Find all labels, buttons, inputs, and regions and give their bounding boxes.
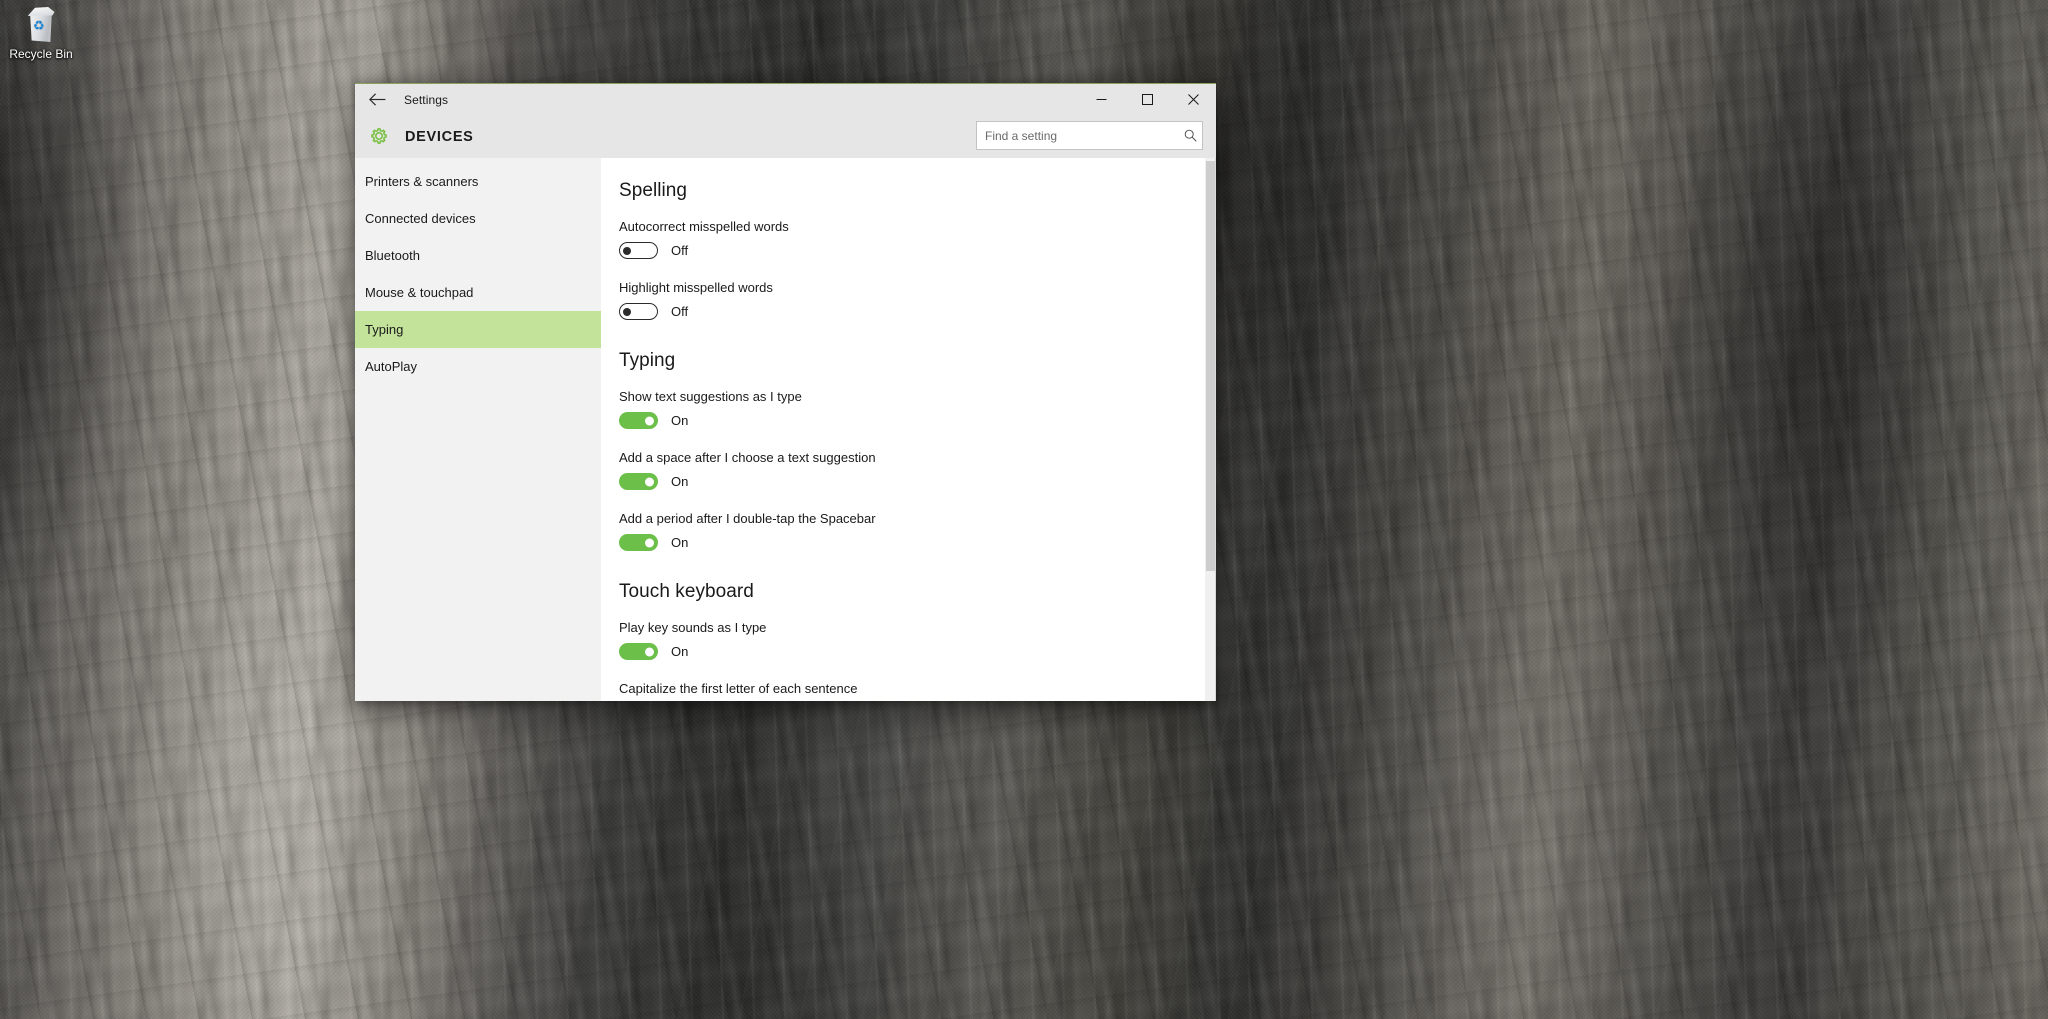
toggle-state-label: On xyxy=(671,644,689,659)
search-icon-svg xyxy=(1184,129,1197,142)
toggle-knob xyxy=(645,538,654,547)
sidebar-item-label: Typing xyxy=(365,322,404,337)
toggle-state-label: Off xyxy=(671,243,689,258)
minimize-icon xyxy=(1096,99,1106,100)
toggle-knob xyxy=(645,416,654,425)
settings-group-typing: Typing Show text suggestions as I type On A… xyxy=(619,350,1216,551)
toggle-knob xyxy=(623,307,631,316)
group-heading: Touch keyboard xyxy=(619,581,754,602)
sidebar-item-label: Printers & scanners xyxy=(365,174,479,189)
toggle-knob xyxy=(645,477,654,486)
sidebar-item-typing[interactable]: Typing xyxy=(355,311,601,348)
back-button[interactable] xyxy=(355,84,400,115)
setting-label: Play key sounds as I type xyxy=(619,620,767,635)
toggle-state-label: Off xyxy=(671,304,689,319)
toggle-switch[interactable] xyxy=(619,473,658,490)
toggle-state-label: On xyxy=(671,474,689,489)
setting-label: Highlight misspelled words xyxy=(619,280,773,295)
sidebar-item-mouse-touchpad[interactable]: Mouse & touchpad xyxy=(355,274,601,311)
sidebar-item-connected-devices[interactable]: Connected devices xyxy=(355,200,601,237)
setting-item: Highlight misspelled words Off xyxy=(619,280,1216,320)
toggle-row: On xyxy=(619,643,1216,660)
window-titlebar: Settings xyxy=(355,84,1216,115)
setting-item: Add a space after I choose a text sugges… xyxy=(619,450,1216,490)
desktop-icon-recycle-bin[interactable]: ♻ Recycle Bin xyxy=(2,2,80,61)
window-right-edge xyxy=(1215,158,1216,701)
desktop-icon-label: Recycle Bin xyxy=(9,47,73,61)
toggle-switch[interactable] xyxy=(619,412,658,429)
toggle-row: On xyxy=(619,473,1216,490)
sidebar-item-label: Bluetooth xyxy=(365,248,420,263)
settings-group-touch-keyboard: Touch keyboard Play key sounds as I type O… xyxy=(619,581,1216,701)
search-icon[interactable] xyxy=(1178,129,1202,142)
desktop-background: ♻ Recycle Bin Settings DEVICES Find a se… xyxy=(0,0,2048,1019)
recycle-bin-icon: ♻ xyxy=(21,6,61,46)
sidebar-item-label: Connected devices xyxy=(365,211,476,226)
recycle-bin-lid xyxy=(27,7,55,16)
window-controls xyxy=(1078,84,1216,115)
settings-window: Settings DEVICES Find a setting Printers… xyxy=(355,83,1216,701)
toggle-row: On xyxy=(619,412,1216,429)
setting-label: Autocorrect misspelled words xyxy=(619,219,789,234)
setting-label: Show text suggestions as I type xyxy=(619,389,802,404)
sidebar-item-printers-scanners[interactable]: Printers & scanners xyxy=(355,163,601,200)
setting-label: Add a period after I double-tap the Spac… xyxy=(619,511,876,526)
setting-label: Add a space after I choose a text sugges… xyxy=(619,450,876,465)
setting-item: Show text suggestions as I type On xyxy=(619,389,1216,429)
sidebar-item-label: Mouse & touchpad xyxy=(365,285,474,300)
setting-item: Capitalize the first letter of each sent… xyxy=(619,681,1216,701)
toggle-state-label: On xyxy=(671,535,689,550)
toggle-knob xyxy=(645,647,654,656)
minimize-button[interactable] xyxy=(1078,84,1124,115)
settings-content-area: Spelling Autocorrect misspelled words Off H… xyxy=(601,158,1216,701)
sidebar-item-bluetooth[interactable]: Bluetooth xyxy=(355,237,601,274)
settings-group-spelling: Spelling Autocorrect misspelled words Off H… xyxy=(619,180,1216,320)
group-heading: Spelling xyxy=(619,180,688,201)
settings-content: Spelling Autocorrect misspelled words Off H… xyxy=(601,158,1216,701)
maximize-icon xyxy=(1141,94,1153,105)
group-heading: Typing xyxy=(619,350,676,371)
sidebar-item-label: AutoPlay xyxy=(365,359,418,374)
toggle-row: On xyxy=(619,534,1216,551)
setting-item: Autocorrect misspelled words Off xyxy=(619,219,1216,259)
toggle-state-label: On xyxy=(671,413,689,428)
setting-item: Play key sounds as I type On xyxy=(619,620,1216,660)
search-box[interactable] xyxy=(976,121,1203,150)
recycle-symbol-icon: ♻ xyxy=(33,18,45,33)
toggle-row: Off xyxy=(619,242,1216,259)
setting-item: Add a period after I double-tap the Spac… xyxy=(619,511,1216,551)
search-input[interactable] xyxy=(977,123,1178,148)
toggle-switch[interactable] xyxy=(619,242,658,259)
toggle-switch[interactable] xyxy=(619,643,658,660)
close-icon xyxy=(1187,94,1199,105)
toggle-switch[interactable] xyxy=(619,534,658,551)
setting-label: Capitalize the first letter of each sent… xyxy=(619,681,858,696)
window-title: Settings xyxy=(404,92,449,107)
toggle-knob xyxy=(623,246,631,255)
toggle-row: Off xyxy=(619,303,1216,320)
settings-sidebar: Printers & scanners Connected devices Blue… xyxy=(355,158,601,701)
scrollbar-thumb[interactable] xyxy=(1206,161,1215,571)
page-title: DEVICES xyxy=(405,128,474,145)
back-arrow-icon xyxy=(369,93,386,106)
close-button[interactable] xyxy=(1170,84,1216,115)
sidebar-item-autoplay[interactable]: AutoPlay xyxy=(355,348,601,385)
window-body: Printers & scanners Connected devices Blue… xyxy=(355,158,1216,701)
settings-header: DEVICES xyxy=(355,115,1216,158)
gear-icon-svg xyxy=(371,127,387,144)
toggle-switch[interactable] xyxy=(619,303,658,320)
gear-icon xyxy=(364,122,394,152)
maximize-button[interactable] xyxy=(1124,84,1170,115)
